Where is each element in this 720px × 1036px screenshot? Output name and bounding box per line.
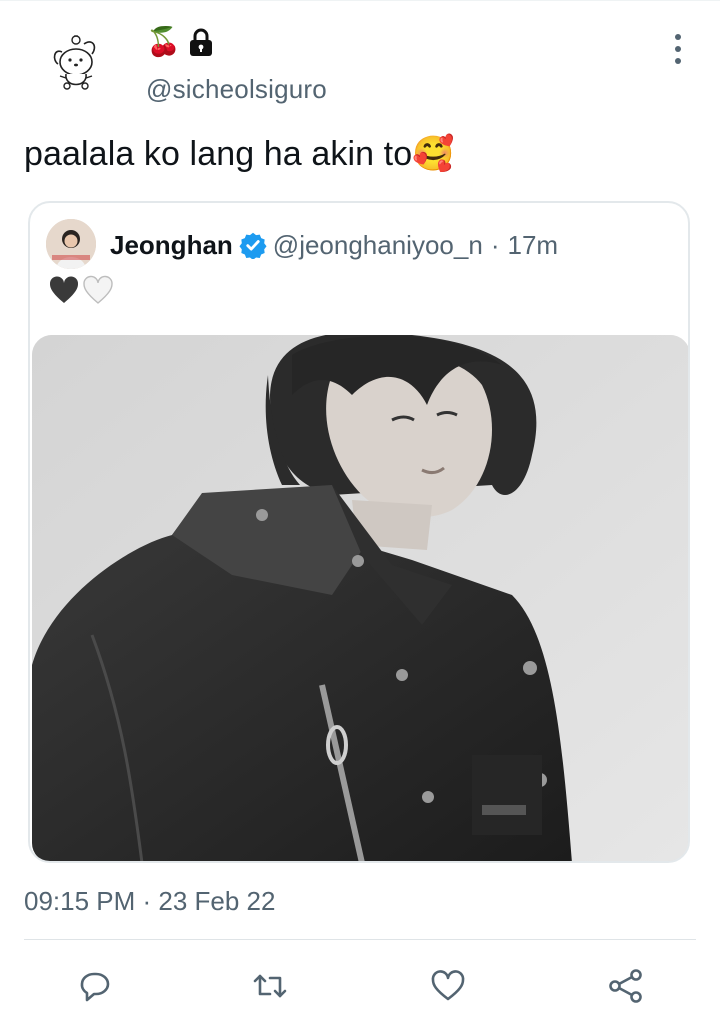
quoted-time[interactable]: 17m bbox=[507, 230, 558, 261]
quoted-tweet-card[interactable]: Jeonghan @jeonghaniyoo_n · 17m bbox=[28, 201, 690, 863]
like-icon bbox=[431, 970, 465, 1001]
reply-icon bbox=[80, 972, 110, 1002]
actions-divider bbox=[24, 939, 696, 940]
user-handle[interactable]: @sicheolsiguro bbox=[146, 74, 327, 105]
lock-icon bbox=[187, 27, 215, 57]
black-heart-icon bbox=[49, 276, 79, 303]
more-dot bbox=[675, 34, 681, 40]
quoted-user-avatar[interactable] bbox=[46, 219, 96, 269]
reply-button[interactable] bbox=[70, 962, 118, 1010]
quoted-display-name[interactable]: Jeonghan bbox=[110, 230, 233, 261]
top-divider bbox=[0, 0, 720, 1]
more-options-icon[interactable] bbox=[664, 34, 692, 64]
like-button[interactable] bbox=[424, 962, 472, 1010]
pochacco-avatar-image bbox=[40, 30, 112, 102]
tweet-actions bbox=[0, 962, 720, 1018]
cherry-emoji: 🍒 bbox=[146, 26, 181, 57]
portrait-photo bbox=[32, 335, 688, 861]
quoted-tweet-text bbox=[48, 275, 114, 305]
tweet-timestamp[interactable]: 09:15 PM · 23 Feb 22 bbox=[24, 886, 275, 917]
name-badges: 🍒 bbox=[146, 26, 215, 58]
verified-icon bbox=[239, 231, 267, 259]
retweet-icon bbox=[253, 974, 287, 998]
separator-dot: · bbox=[490, 229, 500, 260]
quoted-handle[interactable]: @jeonghaniyoo_n bbox=[273, 230, 483, 261]
user-avatar[interactable] bbox=[40, 30, 112, 102]
share-button[interactable] bbox=[602, 962, 650, 1010]
retweet-button[interactable] bbox=[246, 962, 294, 1010]
share-icon bbox=[609, 969, 642, 1003]
tweet-text: paalala ko lang ha akin to🥰 bbox=[24, 135, 455, 173]
white-heart-icon bbox=[83, 275, 113, 304]
more-dot bbox=[675, 46, 681, 52]
quoted-avatar-image bbox=[46, 219, 96, 269]
quoted-tweet-photo[interactable] bbox=[32, 335, 688, 861]
quoted-tweet-header: Jeonghan @jeonghaniyoo_n · 17m bbox=[110, 227, 558, 263]
more-dot bbox=[675, 58, 681, 64]
